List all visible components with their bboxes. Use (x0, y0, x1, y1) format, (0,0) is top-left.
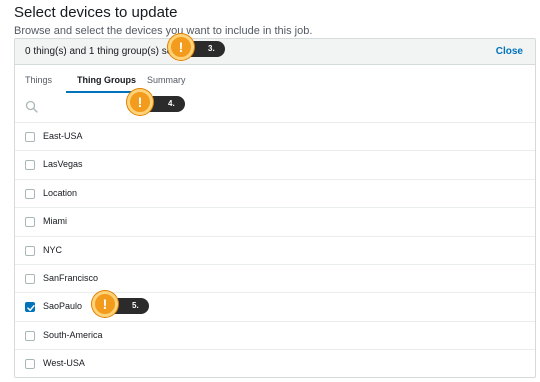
tab-summary[interactable]: Summary (147, 75, 186, 85)
item-label: Miami (43, 216, 67, 227)
search-row (15, 95, 535, 123)
item-label: SanFrancisco (43, 272, 99, 283)
checkbox[interactable] (25, 273, 35, 284)
tab-things[interactable]: Things (25, 75, 52, 85)
checkbox[interactable] (25, 160, 35, 171)
close-link[interactable]: Close (496, 46, 523, 57)
checkbox[interactable] (25, 188, 35, 199)
checkbox-checked[interactable] (25, 302, 35, 313)
callout-number: 4. (168, 99, 175, 108)
checkbox[interactable] (25, 245, 35, 256)
page-header: Select devices to update Browse and sele… (14, 4, 312, 38)
item-label: East-USA (43, 131, 83, 141)
list-item-east-usa[interactable]: East-USA (15, 123, 535, 152)
selection-bar: 0 thing(s) and 1 thing group(s) selecte … (15, 39, 535, 65)
list-item-nyc[interactable]: NYC (15, 237, 535, 265)
tab-bar: Things Thing Groups Summary (15, 65, 535, 95)
alert-icon: ! (127, 89, 153, 115)
list-item-lasvegas[interactable]: LasVegas (15, 151, 535, 180)
callout-number: 3. (208, 44, 215, 53)
tab-thing-groups[interactable]: Thing Groups (77, 75, 136, 85)
list-item-south-america[interactable]: South-America (15, 322, 535, 351)
item-label: South-America (43, 329, 103, 340)
alert-icon: ! (168, 34, 194, 60)
device-selection-panel: 0 thing(s) and 1 thing group(s) selecte … (14, 38, 536, 378)
item-label: NYC (43, 244, 63, 255)
checkbox[interactable] (25, 217, 35, 228)
checkbox[interactable] (25, 330, 35, 341)
item-label: LasVegas (43, 159, 83, 170)
search-icon (25, 100, 38, 118)
list-item-west-usa[interactable]: West-USA (15, 350, 535, 378)
page-title: Select devices to update (14, 4, 178, 21)
item-label: Location (43, 187, 78, 198)
page-subtitle: Browse and select the devices you want t… (14, 25, 313, 37)
search-input[interactable] (43, 99, 343, 117)
list-item-location[interactable]: Location (15, 180, 535, 209)
checkbox[interactable] (25, 132, 35, 142)
callout-number: 5. (132, 301, 139, 310)
item-label: West-USA (43, 358, 85, 369)
checkbox[interactable] (25, 359, 35, 370)
item-label: SaoPaulo (43, 301, 83, 312)
checkmark-icon (27, 305, 35, 312)
list-item-miami[interactable]: Miami (15, 208, 535, 237)
thing-groups-list: East-USA LasVegas Location Miami NYC San… (15, 123, 535, 379)
alert-icon: ! (92, 291, 118, 317)
list-item-sanfrancisco[interactable]: SanFrancisco (15, 265, 535, 294)
